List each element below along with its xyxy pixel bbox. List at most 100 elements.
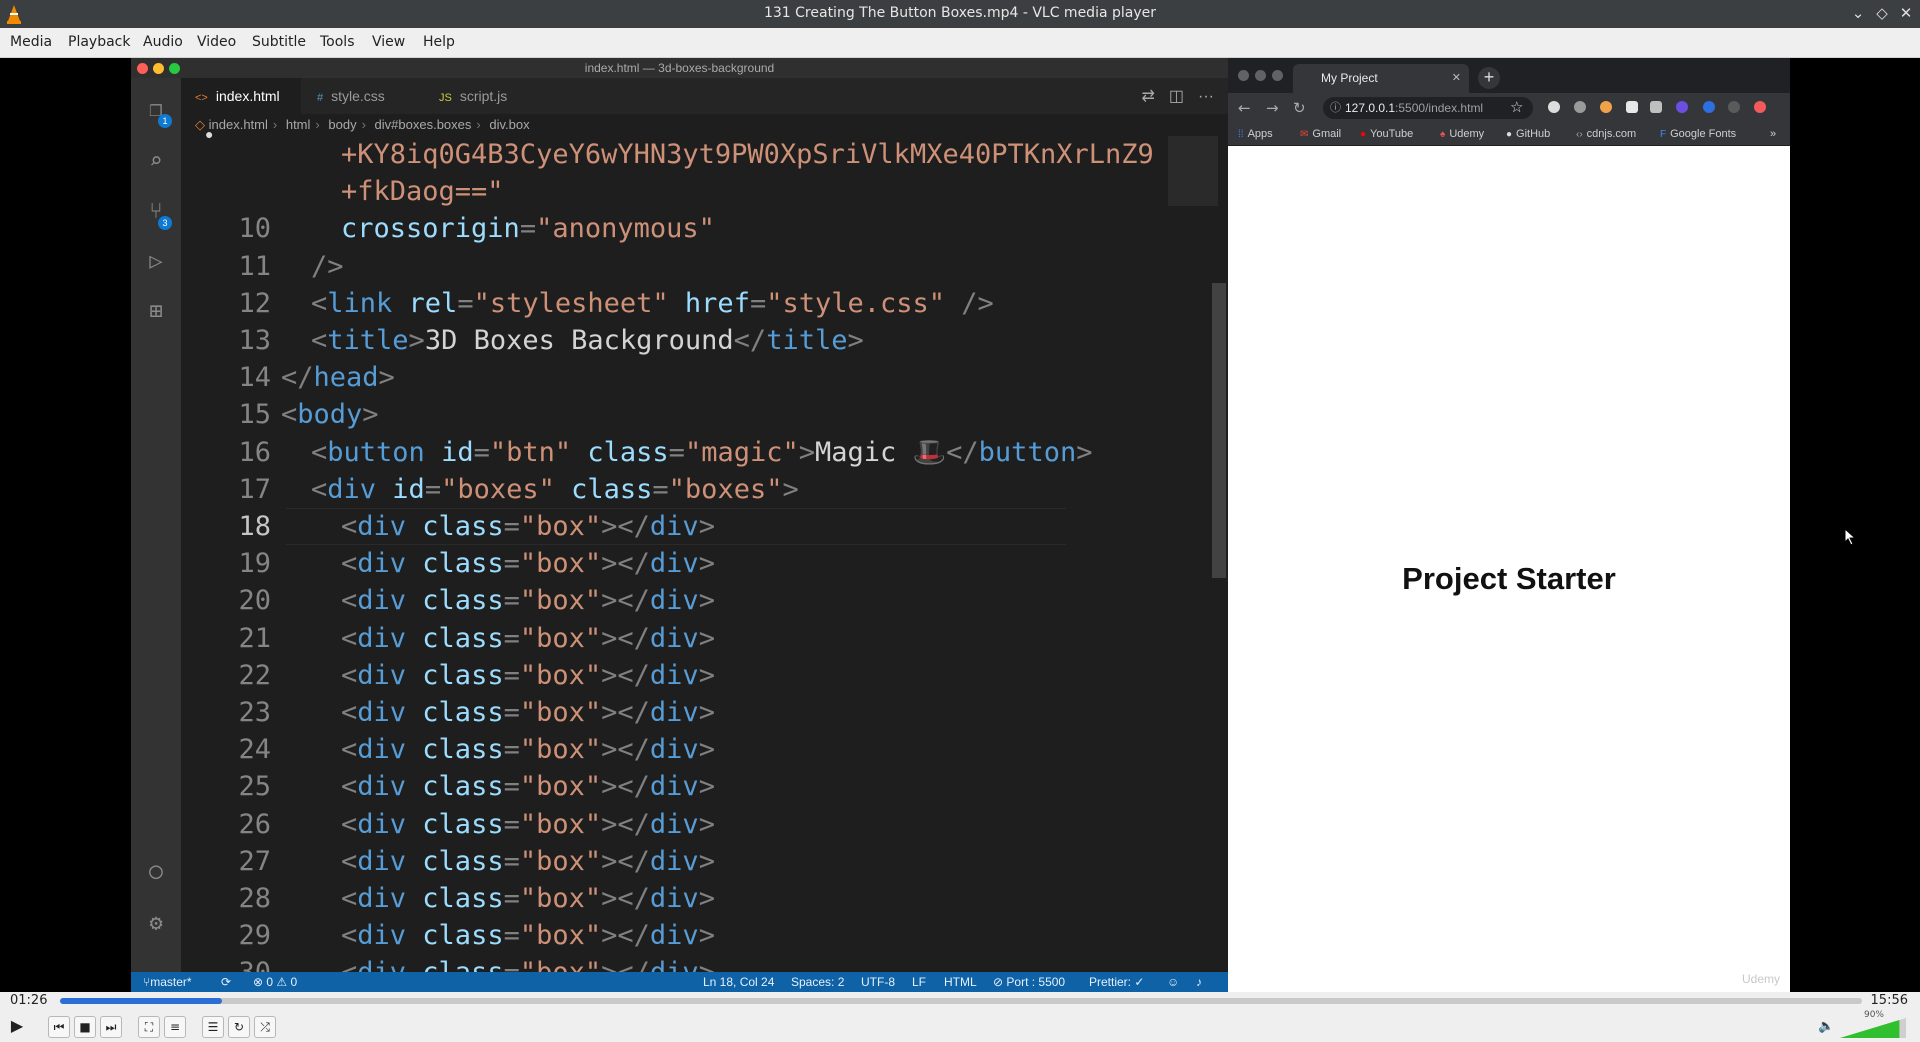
breadcrumb-body: body [328,117,357,132]
editor-titlebar: index.html — 3d-boxes-background [131,58,1228,78]
css-file-icon: # [317,92,324,104]
code-text: <div class="box"></div> [341,511,715,542]
browser-tab-title: My Project [1321,71,1378,85]
playlist-button[interactable]: ☰ [202,1016,224,1038]
close-tab-icon: ✕ [1451,72,1461,84]
compare-icon: ⇄ [1141,88,1155,105]
code-text: <title>3D Boxes Background</title> [311,325,864,356]
line-number: 30 [181,954,271,972]
close-icon[interactable]: ✕ [1895,2,1917,24]
sync-icon: ⟳ [221,975,232,989]
code-text: <body> [281,399,379,431]
volume-control[interactable]: 🔈 90% [1818,1010,1910,1042]
menu-media[interactable]: Media [10,34,52,50]
line-number: 12 [238,287,271,319]
menu-tools[interactable]: Tools [320,34,355,50]
browser-tab: My Project ✕ [1293,64,1469,93]
html-file-icon: ◇ [195,117,205,132]
code-text: <div class="box"></div> [341,808,715,840]
indentation: Spaces: 2 [791,975,845,989]
seek-slider[interactable] [60,998,1862,1004]
line-number: 26 [238,808,271,840]
minimize-dot-icon [1255,70,1266,81]
editor-scrollbar[interactable] [1212,283,1226,578]
menu-audio[interactable]: Audio [143,34,183,50]
line-number: 23 [238,697,271,728]
extended-settings-button[interactable]: ≡ [164,1016,186,1038]
status-bar: ⑂ master* ⟳ ⊗ 0 ⚠ 0 Ln 18, Col 24 Spaces… [131,972,1228,992]
code-text: <div class="box"></div> [341,734,715,766]
line-number: 17 [238,473,271,505]
code-text: +fkDaog==" [341,176,504,208]
fullscreen-button[interactable]: ⛶ [138,1016,160,1038]
line-number: 15 [238,399,271,431]
js-file-icon: JS [439,92,452,104]
branch-label: ⑂ master* [143,975,192,989]
code-line: 18 <div class="box"></div> [181,508,1181,545]
new-tab-icon: + [1478,67,1500,89]
stop-button[interactable]: ■ [74,1016,96,1038]
line-number: 18 [238,511,271,542]
close-dot-icon [137,63,148,74]
more-icon: ··· [1198,88,1214,105]
line-number: 20 [238,585,271,617]
code-area[interactable]: +KY8iq0G4B3CyeY6wYHN3yt9PW0XpSriVlkMXe40… [181,136,1181,972]
activity-bar: ❐ 1 ⌕ ⑂ 3 ▷ ⊞ ◯ ⚙ [131,78,181,972]
extension-icon [1626,101,1638,113]
code-line: 24 <div class="box"></div> [181,731,1181,768]
source-control-badge: 3 [158,216,172,230]
play-button[interactable]: ▶ [6,1016,28,1038]
code-line: 12 <link rel="stylesheet" href="style.css… [181,285,1181,322]
tab-actions: ⇄ ◫ ··· [1127,86,1214,106]
seek-progress [60,998,223,1004]
code-line: +KY8iq0G4B3CyeY6wYHN3yt9PW0XpSriVlkMXe40… [181,136,1181,173]
bell-icon: ♪ [1196,975,1202,989]
breadcrumb-boxes: div#boxes.boxes [374,117,472,132]
line-number: 25 [238,771,271,803]
browser-tab-strip: My Project ✕ + [1228,58,1790,93]
minimize-icon[interactable]: ⌄ [1847,2,1869,24]
code-line: 20 <div class="box"></div> [181,582,1181,619]
menu-playback[interactable]: Playback [68,34,130,50]
code-text: crossorigin="anonymous" [341,213,715,245]
line-number: 16 [238,436,271,468]
tab-label: style.css [331,88,385,104]
problems-count: ⊗ 0 ⚠ 0 [253,975,298,989]
menu-view[interactable]: View [372,34,405,50]
live-server-port: ⊘ Port : 5500 [993,975,1066,989]
forward-icon: → [1266,99,1279,117]
line-number: 11 [238,250,271,282]
next-button[interactable]: ⏭ [100,1016,122,1038]
code-text: <div class="box"></div> [341,659,715,691]
code-line: 14 </head> [181,359,1181,396]
page-heading: Project Starter [1402,561,1616,596]
code-text: <div class="box"></div> [341,845,715,877]
bookmark-cdnjs: ‹› cdnjs.com [1576,128,1637,140]
minimap[interactable] [1168,136,1218,206]
time-bar: 01:26 15:56 [0,992,1920,1010]
loop-button[interactable]: ↻ [228,1016,250,1038]
udemy-watermark: Udemy [1741,972,1780,986]
code-text: <div class="box"></div> [341,920,715,952]
bookmark-google-fonts: F Google Fonts [1660,128,1737,140]
explorer-badge: 1 [158,114,172,128]
extension-icon [1676,101,1688,113]
maximize-icon[interactable]: ◇ [1871,2,1893,24]
line-number: 14 [238,362,271,394]
bookmark-youtube: ● YouTube [1360,128,1414,140]
code-text: +KY8iq0G4B3CyeY6wYHN3yt9PW0XpSriVlkMXe40… [341,139,1154,170]
menu-subtitle[interactable]: Subtitle [252,34,306,50]
code-text: <div class="box"></div> [341,954,715,972]
video-area[interactable]: index.html — 3d-boxes-background ❐ 1 ⌕ ⑂… [0,58,1920,992]
previous-button[interactable]: ⏮ [48,1016,70,1038]
menu-help[interactable]: Help [423,34,455,50]
code-text: <div class="box"></div> [341,697,715,728]
line-number: 22 [238,659,271,691]
menu-video[interactable]: Video [197,34,236,50]
editor-window-title: index.html — 3d-boxes-background [584,61,775,75]
shuffle-button[interactable]: ⤮ [254,1016,276,1038]
playback-controls: ▶ ⏮ ■ ⏭ ⛶ ≡ ☰ ↻ ⤮ 🔈 90% [0,1010,1920,1042]
code-line: 22 <div class="box"></div> [181,657,1181,694]
volume-slider[interactable] [1840,1018,1906,1038]
language-mode: HTML [944,975,977,989]
